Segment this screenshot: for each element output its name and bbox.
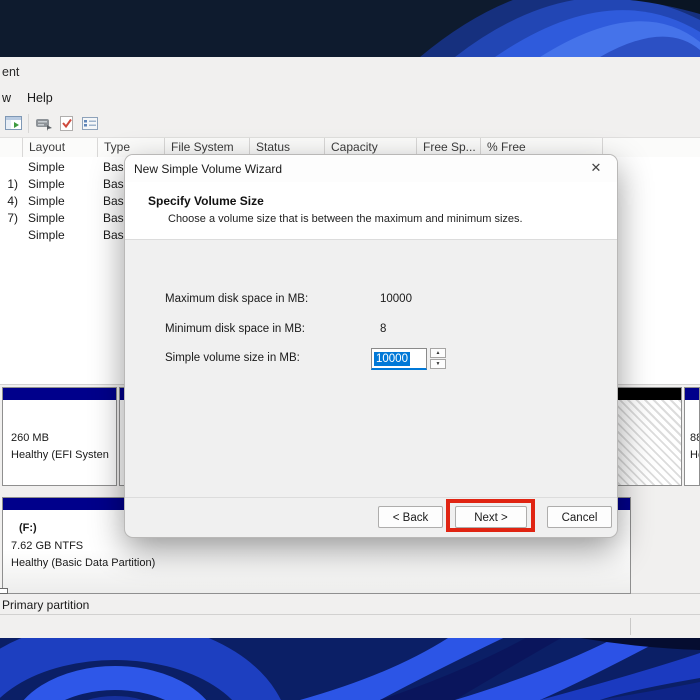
volume-type: Basi (103, 194, 127, 208)
window-title: ent (2, 65, 20, 79)
wallpaper-bottom (0, 638, 700, 700)
volume-name: 7) (7, 211, 18, 225)
dialog-subheading: Choose a volume size that is between the… (168, 213, 523, 225)
partition-size: 260 MB (11, 432, 49, 444)
partition-status: Healthy (EFI Systen (11, 449, 109, 461)
spinner-up-icon[interactable]: ▲ (430, 348, 446, 358)
partition-block-efi[interactable]: 260 MB Healthy (EFI Systen (2, 387, 117, 486)
partition-header (3, 388, 116, 400)
volume-type: Basi (103, 160, 127, 174)
window-titlebar: ent (0, 57, 700, 85)
volume-type: Basi (103, 228, 127, 242)
spinner-down-icon[interactable]: ▼ (430, 359, 446, 369)
dialog-header-band: Specify Volume Size Choose a volume size… (125, 182, 617, 240)
volume-size-input[interactable]: 10000 (371, 348, 427, 370)
properties-list-icon[interactable] (81, 115, 99, 132)
windows-bloom-bottom (0, 638, 700, 700)
min-size-label: Minimum disk space in MB: (165, 323, 305, 335)
cancel-button[interactable]: Cancel (547, 506, 612, 528)
volume-name: 1) (7, 177, 18, 191)
annotation-next-highlight (446, 499, 535, 532)
dialog-title: New Simple Volume Wizard (134, 162, 283, 176)
column-layout[interactable]: Layout (23, 138, 98, 157)
unallocated-block[interactable] (612, 387, 682, 486)
volume-size-selected-text: 10000 (374, 352, 410, 366)
close-icon[interactable]: ✕ (583, 160, 609, 178)
legend-primary-partition: Primary partition (2, 598, 90, 612)
console-tree-icon[interactable] (5, 115, 23, 132)
menu-help[interactable]: Help (27, 91, 53, 105)
volume-size-stepper: ▲ ▼ (430, 348, 446, 370)
volume-layout: Simple (28, 228, 65, 242)
menu-bar: w Help (0, 85, 700, 111)
toolbar (0, 111, 700, 138)
column-volume[interactable] (0, 138, 23, 157)
check-report-icon[interactable] (58, 115, 76, 132)
volume-type: Basi (103, 177, 127, 191)
windows-bloom-top (0, 0, 700, 57)
new-simple-volume-wizard-dialog: New Simple Volume Wizard ✕ Specify Volum… (125, 155, 617, 537)
volume-layout: Simple (28, 177, 65, 191)
unallocated-header (613, 388, 681, 400)
volume-type: Basi (103, 211, 127, 225)
max-size-label: Maximum disk space in MB: (165, 293, 309, 305)
disk-row-border (631, 593, 700, 594)
volume-size-label: Simple volume size in MB: (165, 352, 300, 364)
partition-size: 88 (690, 432, 699, 444)
wallpaper-top (0, 0, 700, 57)
drive-letter: (F:) (19, 522, 37, 534)
max-size-value: 10000 (380, 293, 412, 305)
toolbar-separator (28, 114, 29, 133)
legend-swatch-partial (0, 588, 8, 594)
statusbar-divider (630, 618, 631, 635)
dialog-titlebar[interactable]: New Simple Volume Wizard ✕ (125, 155, 617, 182)
partition-status: He (690, 449, 699, 461)
column-empty (603, 138, 700, 157)
partition-block-right[interactable]: 88 He (684, 387, 700, 486)
volume-layout: Simple (28, 160, 65, 174)
drive-status: Healthy (Basic Data Partition) (11, 557, 156, 569)
context-help-icon[interactable] (35, 115, 53, 132)
volume-layout: Simple (28, 194, 65, 208)
drive-size: 7.62 GB NTFS (11, 540, 84, 552)
dialog-footer-divider (125, 497, 617, 498)
partition-header (685, 388, 699, 400)
back-button[interactable]: < Back (378, 506, 443, 528)
min-size-value: 8 (380, 323, 387, 335)
menu-view[interactable]: w (2, 91, 11, 105)
volume-name: 4) (7, 194, 18, 208)
dialog-heading: Specify Volume Size (148, 194, 264, 208)
volume-layout: Simple (28, 211, 65, 225)
status-bar (0, 615, 700, 638)
